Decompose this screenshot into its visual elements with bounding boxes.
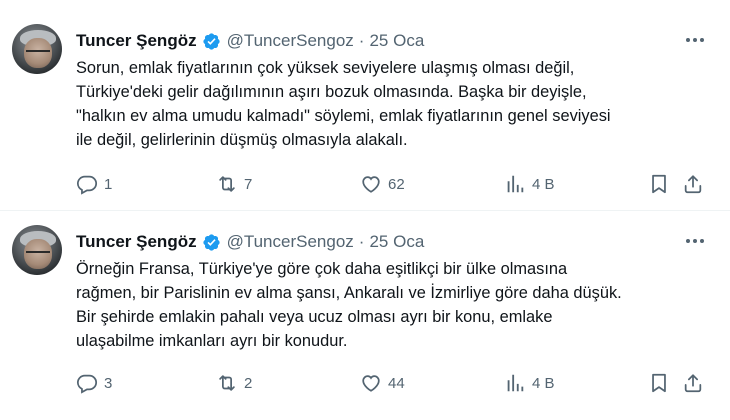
avatar[interactable]	[12, 24, 62, 74]
tweet-header: Tuncer Şengöz @TuncerSengoz · 25 Oca	[76, 231, 424, 253]
author-handle[interactable]: @TuncerSengoz	[227, 232, 354, 252]
views-count: 4 B	[532, 374, 555, 392]
retweet-icon	[219, 375, 235, 391]
retweet-button[interactable]: 2	[216, 371, 252, 395]
share-button[interactable]	[682, 371, 704, 395]
tweet-card[interactable]: Tuncer Şengöz @TuncerSengoz · 25 Oca Örn…	[0, 210, 730, 420]
more-dots-icon[interactable]	[684, 30, 706, 50]
like-button[interactable]: 44	[360, 371, 405, 395]
author-name[interactable]: Tuncer Şengöz	[76, 31, 197, 51]
avatar[interactable]	[12, 225, 62, 275]
verified-badge-icon	[202, 233, 221, 252]
verified-badge-icon	[202, 32, 221, 51]
views-bar-chart-icon	[507, 374, 524, 392]
like-button[interactable]: 62	[360, 172, 405, 196]
like-count: 62	[388, 175, 405, 193]
tweet-text-line: "halkın ev alma umudu kalmadı" söylemi, …	[76, 107, 611, 125]
reply-button[interactable]: 3	[76, 371, 112, 395]
tweet-text: Örneğin Fransa, Türkiye'ye göre çok daha…	[76, 257, 706, 353]
reply-icon	[76, 374, 98, 394]
bookmark-button[interactable]	[648, 172, 670, 196]
like-count: 44	[388, 374, 405, 392]
bookmark-button[interactable]	[648, 371, 670, 395]
avatar-glasses	[26, 251, 50, 258]
tweet-text-line: rağmen, bir Parislinin ev alma şansı, An…	[76, 284, 622, 302]
views-bar-chart-icon	[507, 175, 524, 193]
avatar-glasses	[26, 50, 50, 57]
views-button[interactable]: 4 B	[504, 371, 555, 395]
tweet-date[interactable]: 25 Oca	[369, 232, 424, 252]
heart-icon	[362, 375, 380, 392]
bookmark-icon	[652, 174, 666, 194]
tweet-actions: 1 7 62 4 B	[76, 172, 716, 196]
share-button[interactable]	[682, 172, 704, 196]
heart-icon	[362, 176, 380, 193]
author-name[interactable]: Tuncer Şengöz	[76, 232, 197, 252]
views-count: 4 B	[532, 175, 555, 193]
reply-button[interactable]: 1	[76, 172, 112, 196]
tweet-header: Tuncer Şengöz @TuncerSengoz · 25 Oca	[76, 30, 424, 52]
retweet-button[interactable]: 7	[216, 172, 252, 196]
tweet-text-line: Sorun, emlak fiyatlarının çok yüksek sev…	[76, 59, 575, 77]
views-button[interactable]: 4 B	[504, 172, 555, 196]
author-handle[interactable]: @TuncerSengoz	[227, 31, 354, 51]
bookmark-icon	[652, 373, 666, 393]
share-icon	[684, 175, 702, 194]
reply-count: 3	[104, 374, 113, 392]
tweet-card[interactable]: Tuncer Şengöz @TuncerSengoz · 25 Oca Sor…	[0, 0, 730, 210]
share-icon	[684, 374, 702, 393]
more-dots-icon[interactable]	[684, 231, 706, 251]
tweet-text: Sorun, emlak fiyatlarının çok yüksek sev…	[76, 56, 706, 152]
retweet-count: 2	[244, 374, 253, 392]
tweet-text-line: Bir şehirde emlakin pahalı veya ucuz olm…	[76, 308, 553, 326]
separator-dot: ·	[358, 232, 365, 251]
tweet-date[interactable]: 25 Oca	[369, 31, 424, 51]
tweet-text-line: ulaşabilme imkanları ayrı bir konudur.	[76, 332, 348, 350]
retweet-count: 7	[244, 175, 253, 193]
tweet-text-line: ile değil, gelirlerinin düşmüş olmasıyla…	[76, 131, 408, 149]
separator-dot: ·	[358, 31, 365, 50]
reply-count: 1	[104, 175, 113, 193]
tweet-text-line: Örneğin Fransa, Türkiye'ye göre çok daha…	[76, 260, 568, 278]
tweet-actions: 3 2 44 4 B	[76, 371, 716, 395]
reply-icon	[76, 175, 98, 195]
retweet-icon	[219, 176, 235, 192]
tweet-text-line: Türkiye'deki gelir dağılımının aşırı boz…	[76, 83, 587, 101]
